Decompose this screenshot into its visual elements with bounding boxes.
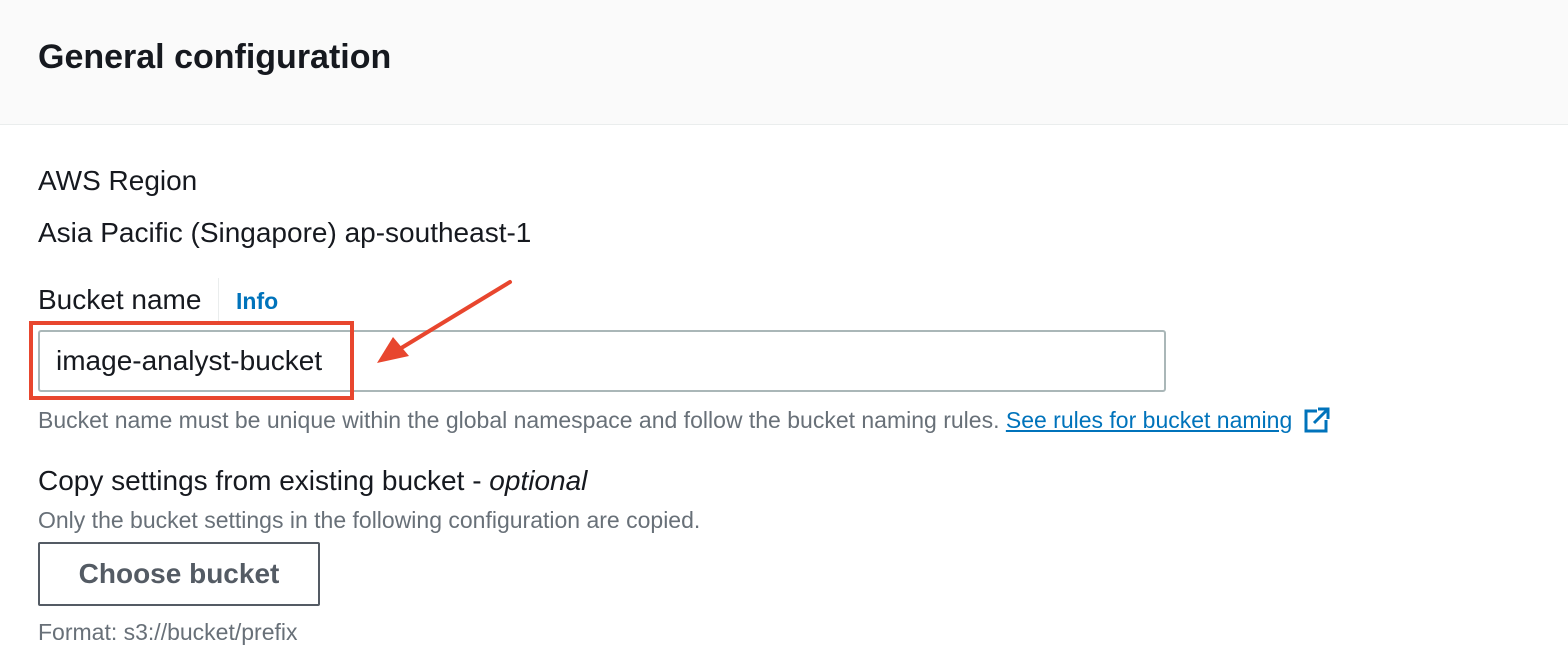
region-label: AWS Region [38,165,198,196]
bucket-name-hint: Bucket name must be unique within the gl… [38,406,1331,434]
copy-settings-label-text: Copy settings from existing bucket - [38,465,490,496]
arrow-icon [377,280,512,363]
info-divider [218,278,219,324]
format-hint: Format: s3://bucket/prefix [38,619,298,645]
bucket-name-input[interactable] [56,332,1146,390]
external-link-icon[interactable] [1303,406,1331,434]
bucket-naming-rules-link-text: See rules for bucket naming [1005,407,1293,433]
bucket-name-label: Bucket name [38,284,202,315]
bucket-name-hint-text: Bucket name must be unique within the gl… [38,407,1000,433]
copy-settings-description: Only the bucket settings in the followin… [38,507,701,533]
choose-bucket-button[interactable]: Choose bucket [38,542,320,606]
optional-label: optional [489,465,588,496]
bucket-name-field[interactable] [38,330,1166,392]
copy-settings-label: Copy settings from existing bucket - opt… [38,465,587,497]
section-header: General configuration [0,0,1568,125]
bucket-naming-rules-link[interactable]: See rules for bucket naming [1006,407,1292,433]
info-link[interactable]: Info [236,288,278,315]
section-title: General configuration [38,38,392,76]
region-value: Asia Pacific (Singapore) ap-southeast-1 [38,217,532,248]
